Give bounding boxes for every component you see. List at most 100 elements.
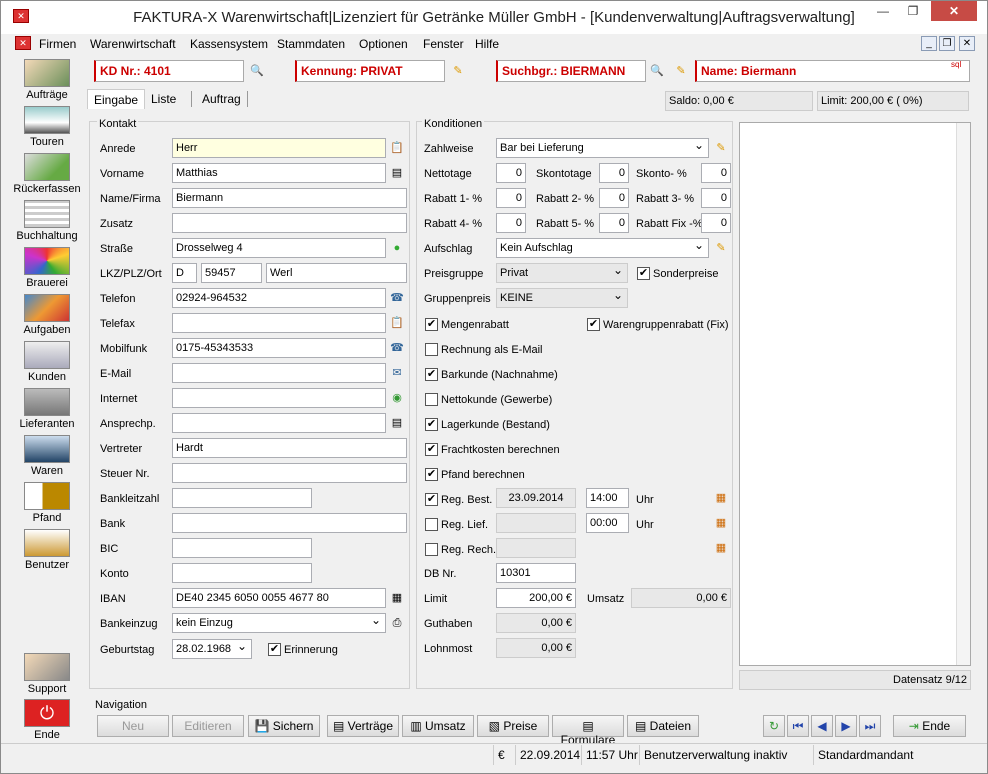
phone-icon[interactable]: ☎ [389, 290, 405, 306]
rabatt5-input[interactable]: 0 [599, 213, 629, 233]
rabatt1-input[interactable]: 0 [496, 188, 526, 208]
map-icon[interactable]: ● [389, 240, 405, 256]
menu-warenwirtschaft[interactable]: Warenwirtschaft [90, 37, 176, 51]
bankleitzahl-input[interactable] [172, 488, 312, 508]
plz-input[interactable]: 59457 [201, 263, 262, 283]
rabatt4-input[interactable]: 0 [496, 213, 526, 233]
nettokunde-checkbox[interactable] [425, 393, 438, 406]
mdi-minimize-button[interactable]: _ [921, 36, 937, 51]
sichern-button[interactable]: 💾 Sichern [248, 715, 320, 737]
reg-lief-checkbox[interactable] [425, 518, 438, 531]
sidebar-item-rueckerfassen[interactable]: Rückerfassen [9, 153, 85, 195]
refresh-button[interactable]: ↻ [763, 715, 785, 737]
sidebar-item-buchhaltung[interactable]: Buchhaltung [9, 200, 85, 242]
anrede-input[interactable]: Herr [172, 138, 386, 158]
name-field[interactable]: Name: Biermann [695, 60, 970, 82]
bankeinzug-select[interactable]: kein Einzug [172, 613, 386, 633]
mdi-close-button[interactable]: ✕ [959, 36, 975, 51]
steuer-nr-input[interactable] [172, 463, 407, 483]
frachtkosten-checkbox[interactable]: ✔ [425, 443, 438, 456]
pencil-icon[interactable]: ✎ [713, 140, 729, 156]
internet-input[interactable] [172, 388, 386, 408]
globe-icon[interactable]: ◉ [389, 390, 405, 406]
telefon-input[interactable]: 02924-964532 [172, 288, 386, 308]
mdi-icon[interactable]: ✕ [15, 36, 31, 50]
reg-lief-time[interactable]: 00:00 [586, 513, 629, 533]
reg-rech-checkbox[interactable] [425, 543, 438, 556]
aufschlag-select[interactable]: Kein Aufschlag [496, 238, 709, 258]
search-icon[interactable]: 🔍 [249, 63, 265, 79]
tab-eingabe[interactable]: Eingabe [87, 89, 146, 109]
kdnr-field[interactable]: KD Nr.: 4101 [94, 60, 244, 82]
bic-input[interactable] [172, 538, 312, 558]
skontotage-input[interactable]: 0 [599, 163, 629, 183]
sidebar-item-auftraege[interactable]: Aufträge [9, 59, 85, 101]
geburtstag-picker[interactable]: 28.02.1968 [172, 639, 252, 659]
warengruppenrabatt-checkbox[interactable]: ✔ [587, 318, 600, 331]
contact-card-icon[interactable]: ▤ [389, 165, 405, 181]
zusatz-input[interactable] [172, 213, 407, 233]
rabatt2-input[interactable]: 0 [599, 188, 629, 208]
konto-input[interactable] [172, 563, 312, 583]
pencil-icon[interactable]: ✎ [673, 63, 689, 79]
mobilfunk-input[interactable]: 0175-45343533 [172, 338, 386, 358]
notes-area[interactable] [739, 122, 971, 666]
limit-input[interactable]: 200,00 € [496, 588, 576, 608]
fax-icon[interactable]: 📋 [389, 315, 405, 331]
copy-icon[interactable]: 📋 [389, 140, 405, 156]
reg-best-time[interactable]: 14:00 [586, 488, 629, 508]
menu-kassensystem[interactable]: Kassensystem [190, 37, 268, 51]
ende-button[interactable]: ⇥ Ende [893, 715, 966, 737]
ort-input[interactable]: Werl [266, 263, 407, 283]
rechnung-email-checkbox[interactable] [425, 343, 438, 356]
pencil-icon[interactable]: ✎ [450, 63, 466, 79]
reg-lief-date[interactable] [496, 513, 576, 533]
sidebar-item-brauerei[interactable]: Brauerei [9, 247, 85, 289]
maximize-button[interactable]: ❐ [899, 1, 927, 21]
calculator-icon[interactable]: ▦ [389, 590, 405, 606]
sql-icon[interactable]: sql [951, 60, 961, 69]
pfand-checkbox[interactable]: ✔ [425, 468, 438, 481]
rabatt-fix-input[interactable]: 0 [701, 213, 731, 233]
mdi-restore-button[interactable]: ❐ [939, 36, 955, 51]
printer-icon[interactable]: ⎙ [389, 615, 405, 631]
menu-firmen[interactable]: Firmen [39, 37, 76, 51]
reg-best-date[interactable]: 23.09.2014 [496, 488, 576, 508]
gruppenpreis-select[interactable]: KEINE [496, 288, 628, 308]
menu-optionen[interactable]: Optionen [359, 37, 408, 51]
sidebar-item-lieferanten[interactable]: Lieferanten [9, 388, 85, 430]
search-icon[interactable]: 🔍 [649, 63, 665, 79]
menu-stammdaten[interactable]: Stammdaten [277, 37, 345, 51]
sidebar-item-ende[interactable]: ⏻ Ende [9, 699, 85, 741]
vertreter-input[interactable]: Hardt [172, 438, 407, 458]
db-nr-input[interactable]: 10301 [496, 563, 576, 583]
calendar-icon[interactable]: ▦ [713, 490, 729, 506]
barkunde-checkbox[interactable]: ✔ [425, 368, 438, 381]
mail-icon[interactable]: ✉ [389, 365, 405, 381]
sidebar-item-kunden[interactable]: Kunden [9, 341, 85, 383]
neu-button[interactable]: Neu [97, 715, 169, 737]
umsatz-button[interactable]: ▥ Umsatz [402, 715, 474, 737]
lkz-input[interactable]: D [172, 263, 197, 283]
nettotage-input[interactable]: 0 [496, 163, 526, 183]
notes-scrollbar[interactable] [956, 123, 970, 665]
next-record-button[interactable]: ▶ [835, 715, 857, 737]
reg-rech-date[interactable] [496, 538, 576, 558]
first-record-button[interactable]: ⏮ [787, 715, 809, 737]
sidebar-item-support[interactable]: Support [9, 653, 85, 695]
prev-record-button[interactable]: ◀ [811, 715, 833, 737]
phone-icon[interactable]: ☎ [389, 340, 405, 356]
close-button[interactable]: ✕ [931, 1, 977, 21]
sidebar-item-pfand[interactable]: Pfand [9, 482, 85, 524]
sidebar-item-touren[interactable]: Touren [9, 106, 85, 148]
bank-input[interactable] [172, 513, 407, 533]
calendar-icon[interactable]: ▦ [713, 515, 729, 531]
editieren-button[interactable]: Editieren [172, 715, 244, 737]
sidebar-item-aufgaben[interactable]: Aufgaben [9, 294, 85, 336]
tab-auftrag[interactable]: Auftrag [196, 89, 247, 109]
sonderpreise-checkbox[interactable]: ✔ [637, 267, 650, 280]
sidebar-item-benutzer[interactable]: Benutzer [9, 529, 85, 571]
minimize-button[interactable]: — [869, 1, 897, 21]
skonto-input[interactable]: 0 [701, 163, 731, 183]
calendar-icon[interactable]: ▦ [713, 540, 729, 556]
